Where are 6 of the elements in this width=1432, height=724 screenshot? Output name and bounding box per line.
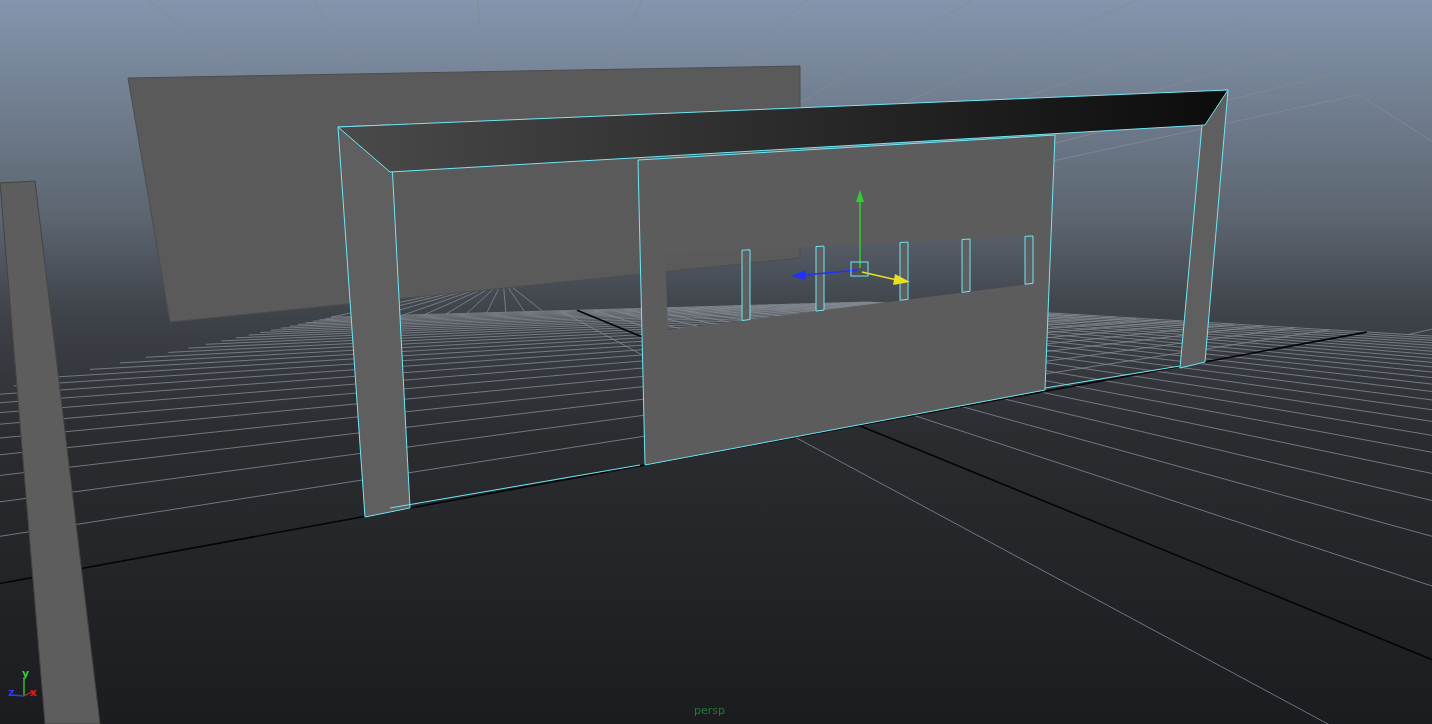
3d-viewport[interactable]: y z x persp — [0, 0, 1432, 724]
camera-label: persp — [694, 704, 725, 717]
axis-label: z — [8, 687, 15, 698]
axis-label: x — [30, 687, 38, 698]
axis-label: y — [22, 668, 30, 679]
move-gizmo-icon[interactable] — [791, 190, 910, 285]
